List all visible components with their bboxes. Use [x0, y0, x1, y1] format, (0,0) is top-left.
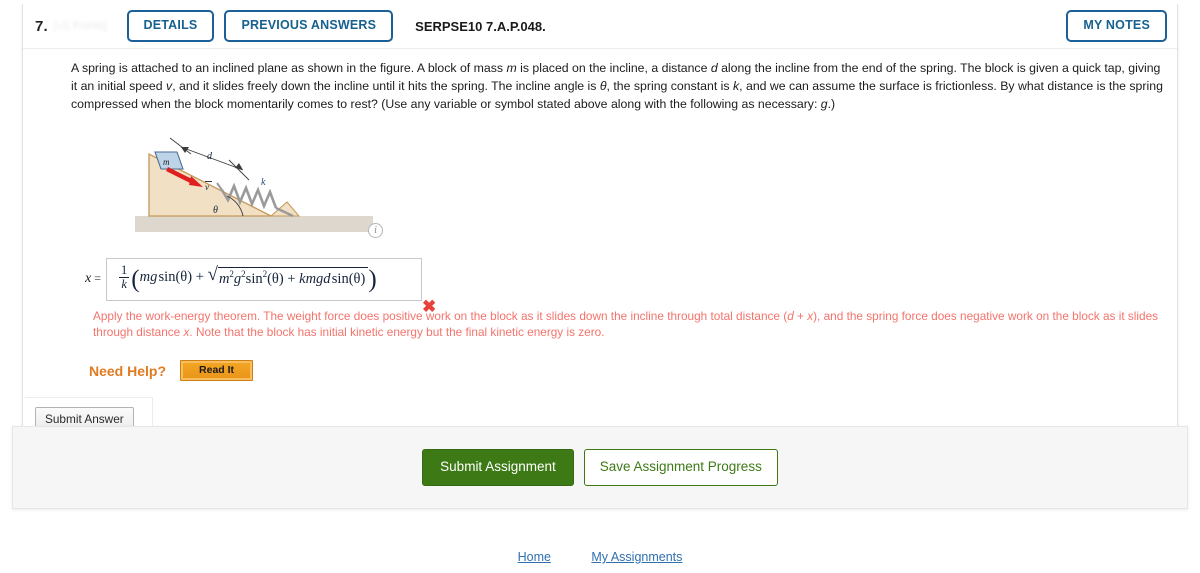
rad-theta-2: (θ): [348, 271, 366, 288]
assignment-actions-panel: Submit Assignment Save Assignment Progre…: [12, 426, 1188, 509]
need-help-section: Need Help? Read It: [89, 360, 1165, 382]
term-sin: sin: [158, 268, 176, 285]
rad-sin: sin: [245, 271, 263, 288]
my-notes-button[interactable]: MY NOTES: [1066, 10, 1167, 42]
footer-link-home[interactable]: Home: [518, 550, 551, 564]
term-g: g: [150, 268, 158, 285]
save-assignment-progress-button[interactable]: Save Assignment Progress: [583, 449, 778, 486]
need-help-label: Need Help?: [89, 362, 167, 379]
rad-sin-2: sin: [331, 271, 349, 288]
figure-svg: m v d k θ: [135, 137, 373, 232]
footer-link-my-assignments[interactable]: My Assignments: [591, 550, 682, 564]
radicand: m2g2sin2(θ) + kmgd sin(θ): [217, 267, 369, 288]
details-button[interactable]: DETAILS: [126, 10, 215, 42]
angle-theta-label: θ: [213, 205, 218, 216]
block-mass-label: m: [163, 157, 170, 167]
question-prompt: A spring is attached to an inclined plan…: [71, 61, 1163, 112]
answer-row: x = 1 k (mg sin(θ) + √ m2g2sin2(θ) + kmgd …: [85, 257, 1165, 315]
answer-variable-label: x =: [85, 271, 101, 287]
spring-constant-label: k: [261, 177, 266, 188]
figure-inclined-plane-spring: m v d k θ i: [121, 128, 391, 240]
term-theta: (θ): [175, 268, 193, 285]
rad-kmgd: kmgd: [299, 271, 331, 288]
fraction-one-over-k: 1 k: [119, 262, 129, 291]
incorrect-answer-icon: ✖: [422, 296, 437, 316]
feedback-text: Apply the work-energy theorem. The weigh…: [93, 308, 1159, 340]
square-root: √ m2g2sin2(θ) + kmgd sin(θ): [208, 265, 369, 288]
velocity-label: v: [205, 182, 209, 192]
open-paren: (: [131, 265, 140, 293]
question-number: 7.: [35, 17, 48, 35]
term-m: m: [139, 268, 151, 285]
ground-surface: [135, 215, 373, 232]
previous-answers-button[interactable]: PREVIOUS ANSWERS: [224, 10, 394, 42]
rad-m: m: [218, 271, 230, 288]
info-icon[interactable]: i: [368, 222, 383, 238]
page-root: 7. [-/1 Points] DETAILS PREVIOUS ANSWERS…: [0, 0, 1200, 573]
rad-theta: (θ): [267, 271, 284, 288]
read-it-button[interactable]: Read It: [180, 360, 254, 382]
answer-expression: 1 k (mg sin(θ) + √ m2g2sin2(θ) + kmgd sin…: [117, 262, 377, 294]
plus-1: +: [195, 268, 204, 285]
question-body: A spring is attached to an inclined plan…: [23, 49, 1177, 443]
close-paren: ): [368, 265, 377, 293]
question-card: 7. [-/1 Points] DETAILS PREVIOUS ANSWERS…: [22, 4, 1178, 444]
question-header: 7. [-/1 Points] DETAILS PREVIOUS ANSWERS…: [23, 4, 1177, 49]
answer-input-box[interactable]: 1 k (mg sin(θ) + √ m2g2sin2(θ) + kmgd sin…: [106, 257, 422, 301]
submit-assignment-button[interactable]: Submit Assignment: [422, 449, 574, 486]
distance-d-label: d: [207, 151, 213, 162]
plus-2: +: [287, 271, 296, 288]
question-points: [-/1 Points]: [53, 20, 107, 32]
footer-links: Home My Assignments: [0, 548, 1200, 566]
question-code: SERPSE10 7.A.P.048.: [415, 18, 546, 34]
